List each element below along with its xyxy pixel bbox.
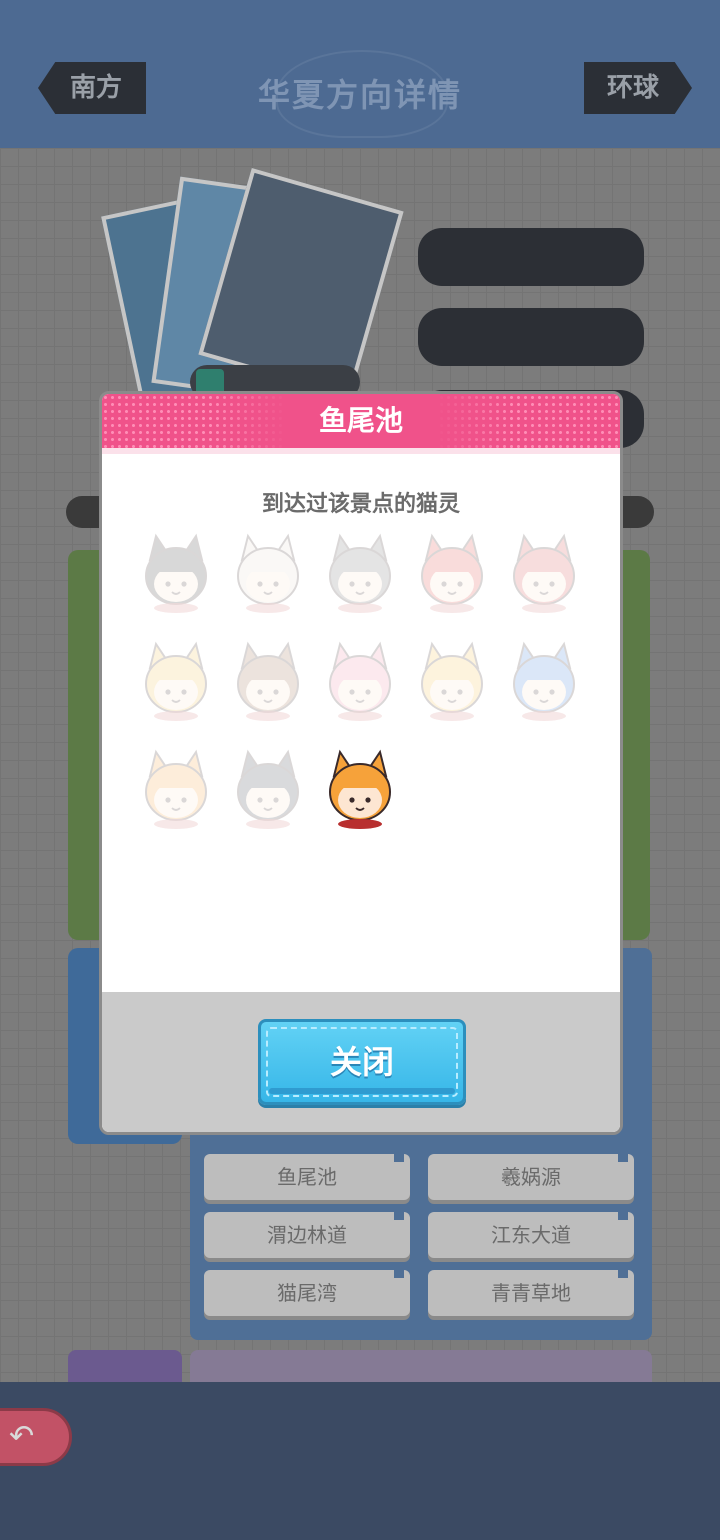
dark-helmet-avatar-icon[interactable] [226, 746, 310, 830]
visitors-modal: 鱼尾池 到达过该景点的猫灵 关闭 [99, 391, 623, 1135]
pink-cat-girl-avatar-icon[interactable] [318, 638, 402, 722]
page-title: 华夏方向详情 [257, 76, 462, 114]
white-hair-boy-avatar-icon[interactable] [226, 530, 310, 614]
modal-header: 鱼尾池 [102, 394, 620, 448]
brown-cat-girl-avatar-icon[interactable] [226, 638, 310, 722]
modal-title: 鱼尾池 [318, 404, 403, 437]
red-cat-girl-avatar-icon[interactable] [410, 530, 494, 614]
red-hood-avatar-icon[interactable] [502, 530, 586, 614]
hooded-girl-avatar-icon[interactable] [318, 530, 402, 614]
orange-cat-girl-avatar-icon[interactable] [318, 746, 402, 830]
spot-button-yuweichi[interactable]: 鱼尾池 [204, 1154, 410, 1200]
spot-button-qingqingcaodi[interactable]: 青青草地 [428, 1270, 634, 1316]
spot-button-maoweiwan[interactable]: 猫尾湾 [204, 1270, 410, 1316]
cap-girl-avatar-icon[interactable] [410, 638, 494, 722]
modal-footer: 关闭 [102, 992, 620, 1132]
next-direction-button[interactable]: 环球 [584, 62, 692, 114]
info-pill [418, 308, 644, 366]
back-button[interactable]: ↶ [0, 1408, 72, 1466]
back-arrow-icon: ↶ [9, 1419, 35, 1454]
spot-button-jiangdongdadao[interactable]: 江东大道 [428, 1212, 634, 1258]
orange-fox-girl-avatar-icon[interactable] [134, 746, 218, 830]
bottom-bar [0, 1382, 720, 1540]
header-stripe [102, 448, 620, 454]
purple-region-panel [68, 1350, 182, 1382]
prev-direction-button[interactable]: 南方 [38, 62, 146, 114]
close-button[interactable]: 关闭 [258, 1019, 466, 1105]
visitors-heading: 到达过该景点的猫灵 [261, 492, 460, 517]
blue-fox-girl-avatar-icon[interactable] [502, 638, 586, 722]
spot-button-weibianlindao[interactable]: 渭边林道 [204, 1212, 410, 1258]
witch-hat-avatar-icon[interactable] [134, 638, 218, 722]
info-pill [418, 228, 644, 286]
purple-spot-grid [190, 1350, 652, 1382]
black-fox-girl-avatar-icon[interactable] [134, 530, 218, 614]
close-button-label: 关闭 [329, 1043, 394, 1081]
spot-button-xiwayuan[interactable]: 羲娲源 [428, 1154, 634, 1200]
